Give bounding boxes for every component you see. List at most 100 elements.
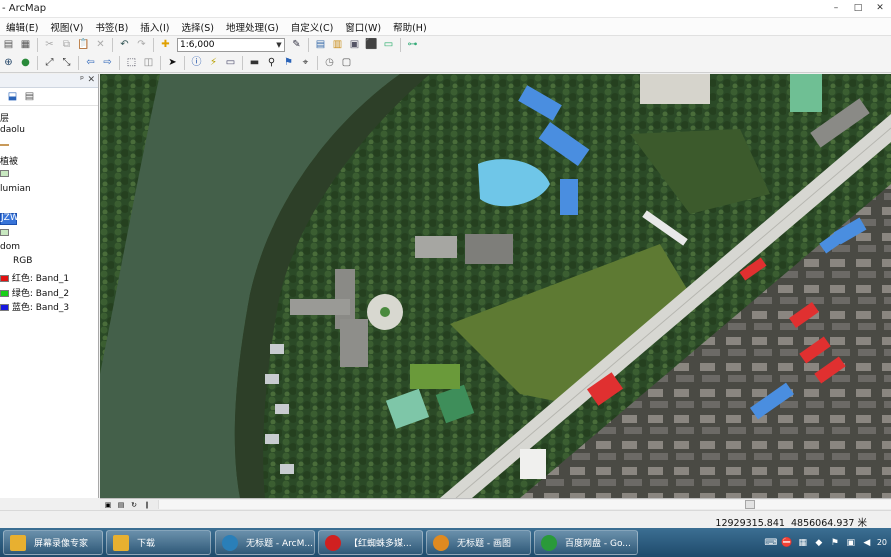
standard-tools-left: ▤ ▦ ✂ ⧉ 📋 ✕ ↶ ↷ ✚ <box>0 38 174 53</box>
chevron-down-icon: ▼ <box>276 41 282 49</box>
identify-icon[interactable]: ⓘ <box>189 56 204 71</box>
cut-icon[interactable]: ✂ <box>42 38 57 53</box>
measure-icon[interactable]: ▬ <box>247 56 262 71</box>
delete-icon[interactable]: ✕ <box>93 38 108 53</box>
minimize-button[interactable]: – <box>825 0 847 16</box>
scrollbar-thumb[interactable] <box>745 500 755 509</box>
forward-extent-icon[interactable]: ⇨ <box>100 56 115 71</box>
undo-icon[interactable]: ↶ <box>117 38 132 53</box>
taskbar-button[interactable]: 屏幕录像专家 <box>3 530 103 555</box>
taskbar-button[interactable]: 下载 <box>106 530 211 555</box>
menu-edit[interactable]: 编辑(E) <box>0 20 44 34</box>
toc-row[interactable]: dom <box>0 242 20 252</box>
back-extent-icon[interactable]: ⇦ <box>83 56 98 71</box>
windows-taskbar: 屏幕录像专家 下载 无标题 - ArcM... 【红蜘蛛多媒... 无标题 - 画图 百度… <box>0 528 891 557</box>
close-button[interactable]: ✕ <box>869 0 891 16</box>
go-to-xy-icon[interactable]: ⌖ <box>298 56 313 71</box>
toolbar-separator <box>317 56 318 70</box>
network-icon[interactable]: ▦ <box>797 537 809 549</box>
volume-icon[interactable]: ◀ <box>861 537 873 549</box>
clear-selection-icon[interactable]: ◫ <box>141 56 156 71</box>
menu-insert[interactable]: 插入(I) <box>134 20 175 34</box>
create-viewer-icon[interactable]: ▢ <box>339 56 354 71</box>
pause-drawing-icon[interactable]: ∥ <box>142 500 152 509</box>
save-icon[interactable]: ▤ <box>1 38 16 53</box>
map-scale-dropdown[interactable]: 1:6,000 ▼ <box>177 38 285 52</box>
taskbar-button[interactable]: 【红蜘蛛多媒... <box>318 530 423 555</box>
coordinate-readout: 12929315.841 4856064.937 米 <box>715 515 867 529</box>
taskbar-button[interactable]: 无标题 - ArcM... <box>215 530 315 555</box>
hyperlink-icon[interactable]: ⚡ <box>206 56 221 71</box>
horizontal-scrollbar[interactable] <box>158 500 891 509</box>
arctoolbox-icon[interactable]: ⬛ <box>364 38 379 53</box>
toc-layer-label: 蓝色: Band_3 <box>9 303 70 313</box>
map-scale-value: 1:6,000 <box>180 40 215 50</box>
taskbar-button[interactable]: 无标题 - 画图 <box>426 530 531 555</box>
globe-icon[interactable]: ● <box>18 56 33 71</box>
toc-row[interactable]: JZW <box>0 213 19 225</box>
editor-toolbar-icon[interactable]: ✎ <box>289 38 304 53</box>
list-by-source-icon[interactable]: ▤ <box>22 89 37 104</box>
menu-bookmarks[interactable]: 书签(B) <box>89 20 134 34</box>
select-features-icon[interactable]: ⬚ <box>124 56 139 71</box>
time-slider-icon[interactable]: ◷ <box>322 56 337 71</box>
find-route-icon[interactable]: ⚑ <box>281 56 296 71</box>
shield-icon[interactable]: ◆ <box>813 537 825 549</box>
search-window-icon[interactable]: ▣ <box>347 38 362 53</box>
select-elements-icon[interactable]: ➤ <box>165 56 180 71</box>
refresh-icon[interactable]: ↻ <box>129 500 139 509</box>
python-window-icon[interactable]: ▭ <box>381 38 396 53</box>
toc-row[interactable] <box>0 140 9 150</box>
layout-view-icon[interactable]: ▤ <box>116 500 126 509</box>
toolbar-separator <box>78 56 79 70</box>
toc-row[interactable]: RGB <box>13 256 32 266</box>
toc-row[interactable]: 蓝色: Band_3 <box>0 300 69 313</box>
maximize-button[interactable]: □ <box>847 0 869 16</box>
list-by-drawing-order-icon[interactable]: ⬓ <box>5 89 20 104</box>
toc-row[interactable]: 红色: Band_1 <box>0 271 69 284</box>
map-view[interactable] <box>100 74 891 498</box>
toc-layer-label: 绿色: Band_2 <box>9 289 70 299</box>
find-icon[interactable]: ⚲ <box>264 56 279 71</box>
catalog-icon[interactable]: ▥ <box>330 38 345 53</box>
fixed-zoom-out-icon[interactable]: ⤡ <box>59 56 74 71</box>
toc-row[interactable]: 层 <box>0 111 9 124</box>
paste-icon[interactable]: 📋 <box>76 38 91 53</box>
toc-row[interactable] <box>0 228 9 238</box>
zoom-in-icon[interactable]: ⊕ <box>1 56 16 71</box>
toc-layer-label: dom <box>0 242 20 252</box>
toolbar-separator <box>308 38 309 52</box>
toc-layer-label: lumian <box>0 184 31 194</box>
table-of-contents-icon[interactable]: ▤ <box>313 38 328 53</box>
toc-row[interactable]: 绿色: Band_2 <box>0 286 69 299</box>
menu-customize[interactable]: 自定义(C) <box>285 20 340 34</box>
toc-row[interactable]: lumian <box>0 184 31 194</box>
keyboard-icon[interactable]: ⌨ <box>764 537 777 549</box>
flag-icon[interactable]: ⚑ <box>829 537 841 549</box>
close-icon[interactable]: ✕ <box>87 75 95 85</box>
taskbar-button[interactable]: 百度网盘 - Go... <box>534 530 638 555</box>
menu-help[interactable]: 帮助(H) <box>387 20 433 34</box>
toc-layer-label: RGB <box>13 256 33 266</box>
toc-row[interactable]: 植被 <box>0 154 18 167</box>
toc-row[interactable]: daolu <box>0 125 25 135</box>
redo-icon[interactable]: ↷ <box>134 38 149 53</box>
copy-icon[interactable]: ⧉ <box>59 38 74 53</box>
pin-icon[interactable]: ᵖ <box>80 75 84 85</box>
display-icon[interactable]: ▣ <box>845 537 857 549</box>
add-data-icon[interactable]: ✚ <box>158 38 173 53</box>
data-view-icon[interactable]: ▣ <box>103 500 113 509</box>
toc-row[interactable] <box>0 169 9 179</box>
toc-layer-label: 植被 <box>0 157 19 167</box>
menu-windows[interactable]: 窗口(W) <box>339 20 387 34</box>
print-icon[interactable]: ▦ <box>18 38 33 53</box>
menu-view[interactable]: 视图(V) <box>44 20 89 34</box>
menu-selection[interactable]: 选择(S) <box>176 20 220 34</box>
model-builder-icon[interactable]: ⊶ <box>405 38 420 53</box>
html-popup-icon[interactable]: ▭ <box>223 56 238 71</box>
stop-icon[interactable]: ⛔ <box>781 537 793 549</box>
menu-geoprocessing[interactable]: 地理处理(G) <box>220 20 285 34</box>
fixed-zoom-in-icon[interactable]: ⤢ <box>42 56 57 71</box>
tray-icons: ⌨ ⛔ ▦ ◆ ⚑ ▣ ◀ <box>764 537 873 549</box>
clock: 20 <box>877 538 887 548</box>
